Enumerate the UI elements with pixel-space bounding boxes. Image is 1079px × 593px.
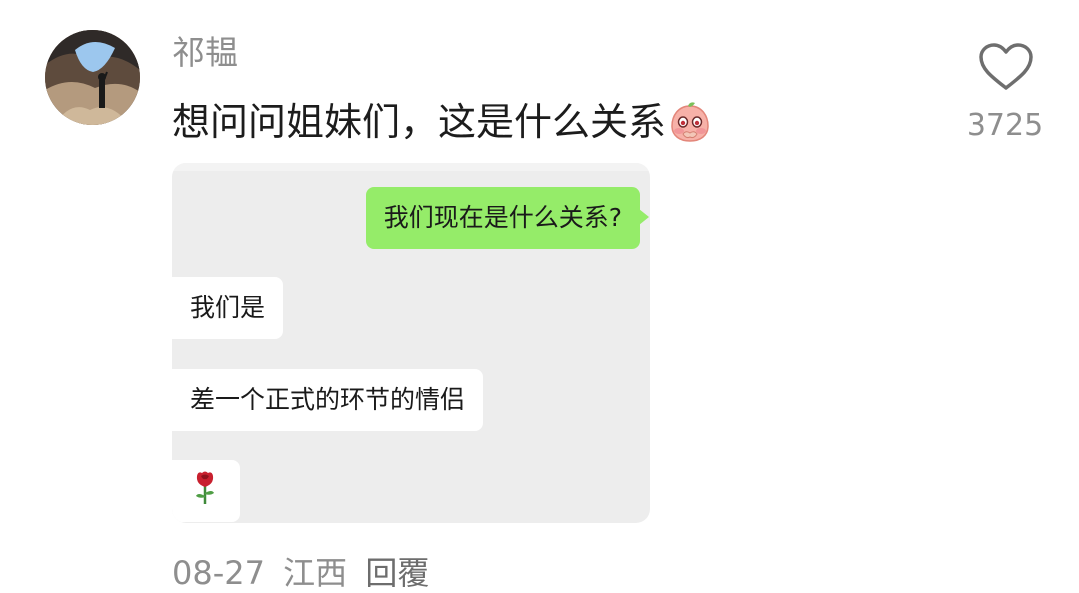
comment-meta: 08-27 江西 回覆 (172, 553, 437, 593)
blush-peach-emoji-icon (668, 100, 712, 144)
like-count: 3725 (966, 108, 1044, 143)
chat-message-text: 差一个正式的环节的情侣 (190, 385, 466, 414)
rose-icon (196, 471, 214, 504)
comment-date: 08-27 (172, 554, 265, 592)
attached-chat-screenshot[interactable]: 我们现在是什么关系? 我们是 差一个正式的环节的情侣 (172, 163, 650, 523)
comment-location: 江西 (283, 554, 348, 592)
chat-topline (172, 163, 650, 171)
chat-bubble-received: 我们是 (172, 277, 284, 339)
comment-text: 想问问姐妹们，这是什么关系 (172, 98, 712, 146)
username[interactable]: 祁韫 (172, 33, 238, 73)
comment-body: 想问问姐妹们，这是什么关系 (172, 100, 667, 144)
reply-button[interactable]: 回覆 (365, 554, 429, 592)
heart-icon[interactable] (978, 42, 1034, 92)
chat-bubble-received (172, 460, 240, 522)
chat-message-text: 我们是 (190, 293, 266, 322)
avatar[interactable] (45, 30, 140, 125)
chat-bubble-sent: 我们现在是什么关系? (365, 187, 650, 249)
chat-message-text: 我们现在是什么关系? (383, 203, 622, 232)
chat-bubble-received: 差一个正式的环节的情侣 (172, 369, 484, 431)
